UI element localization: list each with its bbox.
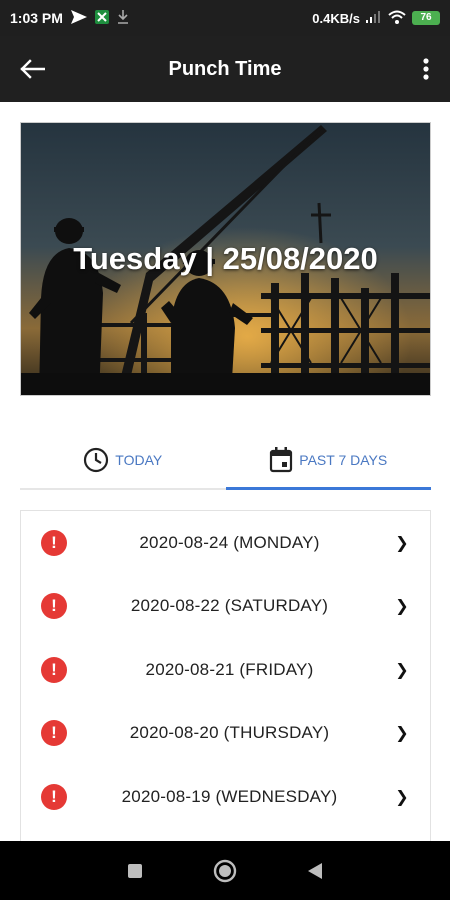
chevron-right-icon: ❯ (395, 725, 409, 743)
square-icon (128, 863, 142, 878)
day-label: 2020-08-24 (MONDAY) (139, 532, 320, 552)
alert-icon: ! (41, 656, 67, 683)
days-list: ! 2020-08-24 (MONDAY) ❯ ! 2020-08-22 (SA… (20, 510, 431, 850)
system-nav-bar (0, 841, 450, 900)
app-bar: Punch Time (0, 36, 450, 102)
back-button[interactable] (0, 36, 64, 102)
clock-icon (84, 447, 109, 473)
status-bar: 1:03 PM 0.4KB/s 76 (0, 0, 450, 36)
chevron-right-icon: ❯ (395, 598, 409, 616)
chevron-right-icon: ❯ (395, 661, 409, 679)
arrow-left-icon (20, 59, 45, 79)
recents-button[interactable] (115, 851, 155, 891)
network-speed: 0.4KB/s (312, 10, 360, 26)
calendar-icon (270, 447, 293, 473)
day-label: 2020-08-19 (WEDNESDAY) (121, 786, 338, 806)
list-item[interactable]: ! 2020-08-22 (SATURDAY) ❯ (21, 575, 430, 639)
more-options-button[interactable] (402, 36, 450, 102)
signal-icon (366, 10, 382, 26)
chevron-right-icon: ❯ (395, 788, 409, 806)
tab-past-7-days-label: PAST 7 DAYS (299, 452, 388, 468)
send-icon (70, 9, 87, 27)
battery-icon: 76 (412, 11, 440, 25)
current-date: Tuesday | 25/08/2020 (73, 241, 378, 276)
tab-today-label: TODAY (115, 452, 163, 468)
more-vert-icon (423, 58, 429, 80)
status-time: 1:03 PM (10, 10, 63, 26)
alert-icon: ! (41, 720, 67, 747)
alert-icon: ! (41, 783, 67, 810)
list-item[interactable]: ! 2020-08-20 (THURSDAY) ❯ (21, 702, 430, 766)
day-label: 2020-08-20 (THURSDAY) (129, 723, 330, 743)
chevron-right-icon: ❯ (395, 534, 409, 552)
tab-today[interactable]: TODAY (20, 432, 226, 488)
alert-icon: ! (41, 593, 67, 620)
list-item[interactable]: ! 2020-08-21 (FRIDAY) ❯ (21, 638, 430, 702)
tab-past-7-days[interactable]: PAST 7 DAYS (225, 432, 431, 490)
back-nav-button[interactable] (295, 851, 335, 891)
alert-icon: ! (41, 529, 67, 556)
triangle-back-icon (308, 862, 322, 879)
tab-indicator (225, 487, 431, 490)
spreadsheet-icon (94, 9, 109, 27)
day-label: 2020-08-22 (SATURDAY) (130, 596, 329, 616)
home-button[interactable] (205, 851, 245, 891)
day-label: 2020-08-21 (FRIDAY) (145, 659, 314, 679)
download-icon (117, 9, 129, 27)
list-item[interactable]: ! 2020-08-24 (MONDAY) ❯ (21, 511, 430, 575)
tab-bar: TODAY PAST 7 DAYS (20, 432, 431, 490)
wifi-icon (388, 10, 406, 27)
list-item[interactable]: ! 2020-08-19 (WEDNESDAY) ❯ (21, 765, 430, 829)
hero-banner: Tuesday | 25/08/2020 (20, 122, 431, 396)
circle-icon (213, 859, 237, 882)
page-title: Punch Time (168, 57, 282, 80)
